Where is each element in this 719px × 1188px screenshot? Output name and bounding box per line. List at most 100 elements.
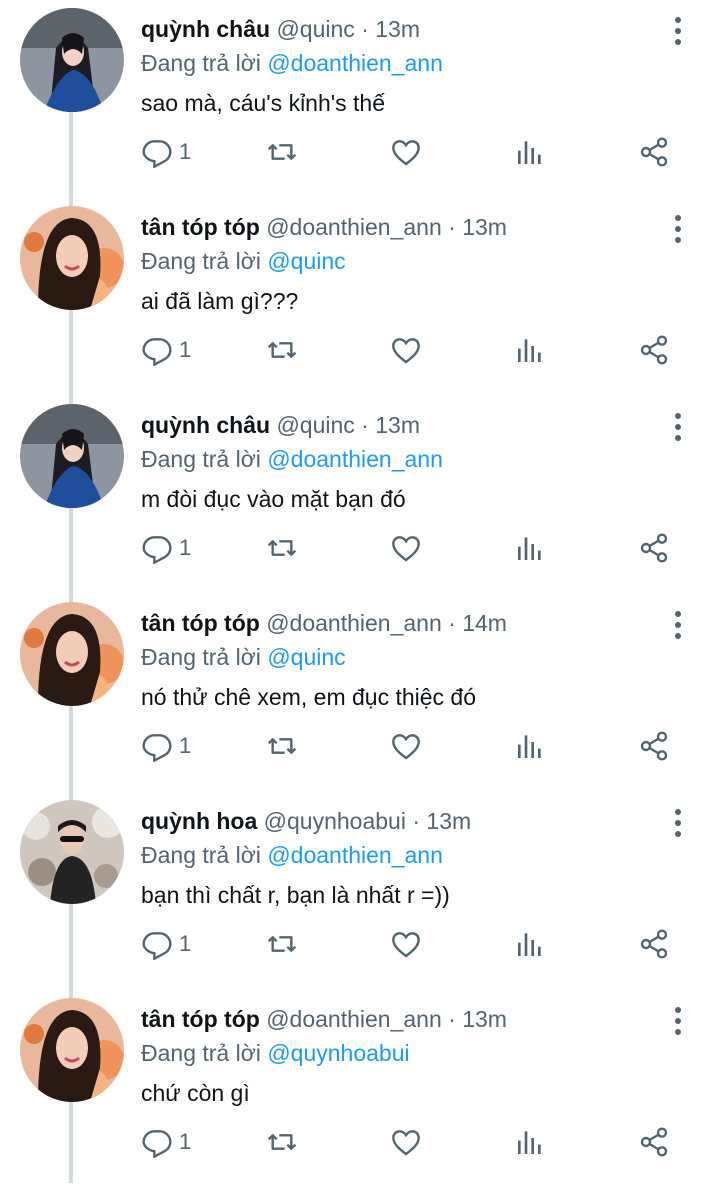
reply-tweet[interactable]: tân tóp tóp @doanthien_ann · 13m Đang tr…	[0, 198, 719, 396]
replying-to: Đang trả lời @doanthien_ann	[141, 444, 443, 474]
user-handle[interactable]: @doanthien_ann	[266, 610, 442, 636]
analytics-button[interactable]	[514, 922, 546, 966]
retweet-button[interactable]	[266, 328, 298, 372]
analytics-button[interactable]	[514, 724, 546, 768]
share-button[interactable]	[638, 526, 670, 570]
display-name[interactable]: tân tóp tóp	[141, 1006, 260, 1032]
analytics-button[interactable]	[514, 526, 546, 570]
reply-count: 1	[179, 1129, 192, 1154]
tweet-text: sao mà, cáu's kỉnh's thế	[141, 90, 386, 116]
reply-button[interactable]: 1	[141, 328, 191, 372]
more-options-icon[interactable]	[664, 1004, 692, 1038]
retweet-button[interactable]	[266, 724, 298, 768]
reply-tweet[interactable]: tân tóp tóp @doanthien_ann · 13m Đang tr…	[0, 990, 719, 1188]
like-button[interactable]	[390, 526, 422, 570]
analytics-button[interactable]	[514, 1120, 546, 1164]
display-name[interactable]: quỳnh hoa	[141, 808, 257, 834]
analytics-button[interactable]	[514, 328, 546, 372]
avatar[interactable]	[20, 206, 124, 310]
display-name[interactable]: quỳnh châu	[141, 412, 270, 438]
avatar[interactable]	[20, 8, 124, 112]
mention-link[interactable]: @doanthien_ann	[267, 50, 443, 76]
reply-tweet[interactable]: quỳnh hoa @quynhoabui · 13m Đang trả lời…	[0, 792, 719, 990]
tweet-text: nó thử chê xem, em đục thiệc đó	[141, 684, 477, 710]
heart-icon	[392, 140, 420, 166]
user-handle[interactable]: @quinc	[276, 16, 354, 42]
reply-tweet[interactable]: tân tóp tóp @doanthien_ann · 14m Đang tr…	[0, 594, 719, 792]
retweet-icon	[267, 342, 297, 358]
share-button[interactable]	[638, 328, 670, 372]
share-button[interactable]	[638, 1120, 670, 1164]
timestamp[interactable]: 13m	[462, 214, 507, 240]
avatar[interactable]	[20, 404, 124, 508]
more-options-icon[interactable]	[664, 212, 692, 246]
share-icon	[640, 929, 668, 959]
avatar[interactable]	[20, 602, 124, 706]
user-handle[interactable]: @quinc	[276, 412, 354, 438]
like-button[interactable]	[390, 922, 422, 966]
display-name[interactable]: quỳnh châu	[141, 16, 270, 42]
share-button[interactable]	[638, 724, 670, 768]
share-button[interactable]	[638, 922, 670, 966]
user-handle[interactable]: @quynhoabui	[264, 808, 406, 834]
reply-icon	[142, 140, 172, 168]
avatar[interactable]	[20, 998, 124, 1102]
replying-to-label: Đang trả lời	[141, 1040, 261, 1066]
mention-link[interactable]: @quynhoabui	[267, 1040, 409, 1066]
timestamp[interactable]: 13m	[375, 16, 420, 42]
more-options-icon[interactable]	[664, 410, 692, 444]
timestamp[interactable]: 13m	[426, 808, 471, 834]
retweet-button[interactable]	[266, 130, 298, 174]
reply-icon	[142, 734, 172, 762]
more-options-icon[interactable]	[664, 14, 692, 48]
like-button[interactable]	[390, 1120, 422, 1164]
share-button[interactable]	[638, 130, 670, 174]
replying-to: Đang trả lời @quynhoabui	[141, 1038, 410, 1068]
avatar-quynhoa-image	[20, 800, 124, 904]
mention-link[interactable]: @doanthien_ann	[267, 446, 443, 472]
reply-button[interactable]: 1	[141, 922, 191, 966]
retweet-icon	[267, 738, 297, 754]
tweet-header: quỳnh châu @quinc · 13m	[141, 410, 420, 440]
display-name[interactable]: tân tóp tóp	[141, 610, 260, 636]
retweet-button[interactable]	[266, 1120, 298, 1164]
mention-link[interactable]: @doanthien_ann	[267, 842, 443, 868]
reply-count: 1	[179, 535, 192, 560]
timestamp[interactable]: 13m	[375, 412, 420, 438]
tweet-header: tân tóp tóp @doanthien_ann · 13m	[141, 1004, 507, 1034]
user-handle[interactable]: @doanthien_ann	[266, 214, 442, 240]
more-options-icon[interactable]	[664, 806, 692, 840]
retweet-button[interactable]	[266, 922, 298, 966]
reply-tweet[interactable]: quỳnh châu @quinc · 13m Đang trả lời @do…	[0, 0, 719, 198]
reply-tweet[interactable]: quỳnh châu @quinc · 13m Đang trả lời @do…	[0, 396, 719, 594]
retweet-icon	[267, 144, 297, 160]
like-button[interactable]	[390, 724, 422, 768]
reply-icon	[142, 932, 172, 960]
mention-link[interactable]: @quinc	[267, 644, 345, 670]
like-button[interactable]	[390, 130, 422, 174]
share-icon	[640, 137, 668, 167]
reply-button[interactable]: 1	[141, 724, 191, 768]
separator-dot: ·	[361, 412, 369, 438]
timestamp[interactable]: 14m	[462, 610, 507, 636]
user-handle[interactable]: @doanthien_ann	[266, 1006, 442, 1032]
tweet-actions: 1	[0, 922, 719, 966]
separator-dot: ·	[361, 16, 369, 42]
mention-link[interactable]: @quinc	[267, 248, 345, 274]
more-options-icon[interactable]	[664, 608, 692, 642]
retweet-button[interactable]	[266, 526, 298, 570]
replying-to: Đang trả lời @doanthien_ann	[141, 840, 443, 870]
tweet-header: quỳnh châu @quinc · 13m	[141, 14, 420, 44]
separator-dot: ·	[448, 1006, 456, 1032]
like-button[interactable]	[390, 328, 422, 372]
replying-to: Đang trả lời @quinc	[141, 642, 346, 672]
reply-button[interactable]: 1	[141, 130, 191, 174]
analytics-button[interactable]	[514, 130, 546, 174]
share-icon	[640, 335, 668, 365]
reply-count: 1	[179, 337, 192, 362]
reply-button[interactable]: 1	[141, 526, 191, 570]
avatar[interactable]	[20, 800, 124, 904]
display-name[interactable]: tân tóp tóp	[141, 214, 260, 240]
timestamp[interactable]: 13m	[462, 1006, 507, 1032]
reply-button[interactable]: 1	[141, 1120, 191, 1164]
